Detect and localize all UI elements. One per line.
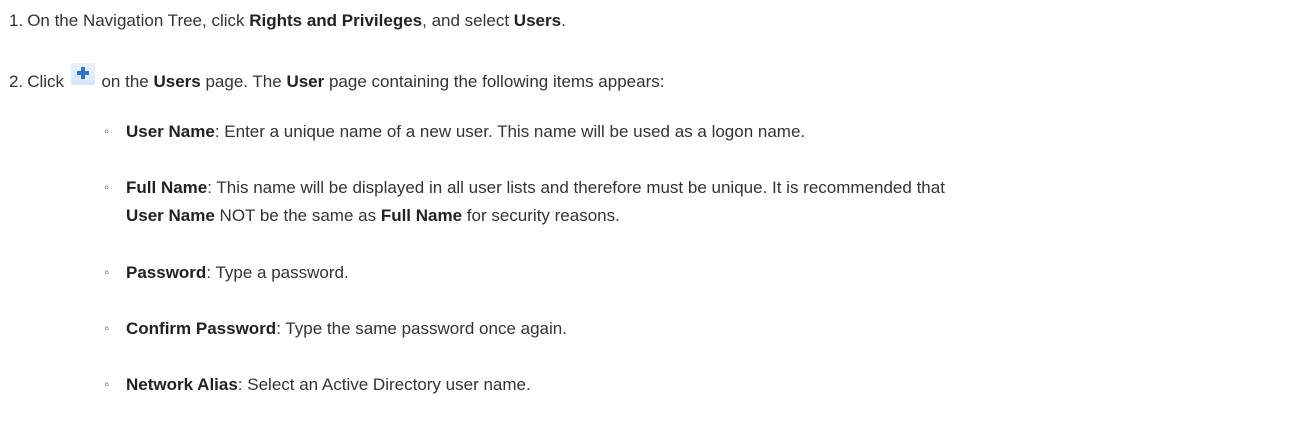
user-term: User	[286, 72, 325, 91]
item-term: User Name	[126, 206, 215, 225]
step-text: On the Navigation Tree, click	[27, 11, 250, 30]
list-item-network-alias: ◦ Network Alias: Select an Active Directo…	[104, 371, 1286, 399]
item-description: NOT be the same as	[214, 206, 381, 225]
bullet-icon: ◦	[104, 376, 110, 393]
item-term: Confirm Password	[126, 319, 277, 338]
list-item-user-name: ◦ User Name: Enter a unique name of a new…	[104, 118, 1286, 146]
bullet-icon: ◦	[104, 320, 110, 337]
plus-icon	[70, 63, 95, 85]
bullet-icon: ◦	[104, 264, 110, 281]
step-number: 1.	[9, 11, 24, 30]
document: 1. On the Navigation Tree, click Rights a…	[0, 0, 1294, 433]
step-text: Click	[27, 72, 69, 91]
list-item-full-name: ◦ Full Name: This name will be displayed …	[104, 174, 1286, 230]
list-item-password: ◦ Password: Type a password.	[104, 259, 1286, 287]
step-text: on the	[96, 72, 154, 91]
item-term: Network Alias	[126, 375, 238, 394]
users-term: Users	[513, 11, 562, 30]
step-1: 1. On the Navigation Tree, click Rights a…	[9, 9, 566, 33]
step-number: 2.	[9, 72, 24, 91]
step-text: .	[561, 11, 566, 30]
step-text: , and select	[422, 11, 514, 30]
users-term: Users	[153, 72, 201, 91]
item-description: : Enter a unique name of a new user. Thi…	[214, 122, 806, 141]
item-description: : Select an Active Directory user name.	[237, 375, 531, 394]
rights-and-privileges-term: Rights and Privileges	[249, 11, 423, 30]
bullet-icon: ◦	[104, 123, 110, 140]
item-description: : Type the same password once again.	[276, 319, 567, 338]
item-description: : This name will be displayed in all use…	[207, 178, 945, 197]
item-term: Full Name	[380, 206, 463, 225]
bullet-icon: ◦	[104, 179, 110, 196]
item-term: User Name	[126, 122, 215, 141]
item-description: : Type a password.	[206, 263, 349, 282]
step-text: page. The	[200, 72, 287, 91]
step-2: 2. Click on the Users page. The User page…	[9, 63, 665, 94]
step-text: page containing the following items appe…	[324, 72, 665, 91]
item-description: for security reasons.	[462, 206, 620, 225]
item-term: Full Name	[126, 178, 208, 197]
item-term: Password	[126, 263, 207, 282]
list-item-confirm-password: ◦ Confirm Password: Type the same passwor…	[104, 315, 1286, 343]
